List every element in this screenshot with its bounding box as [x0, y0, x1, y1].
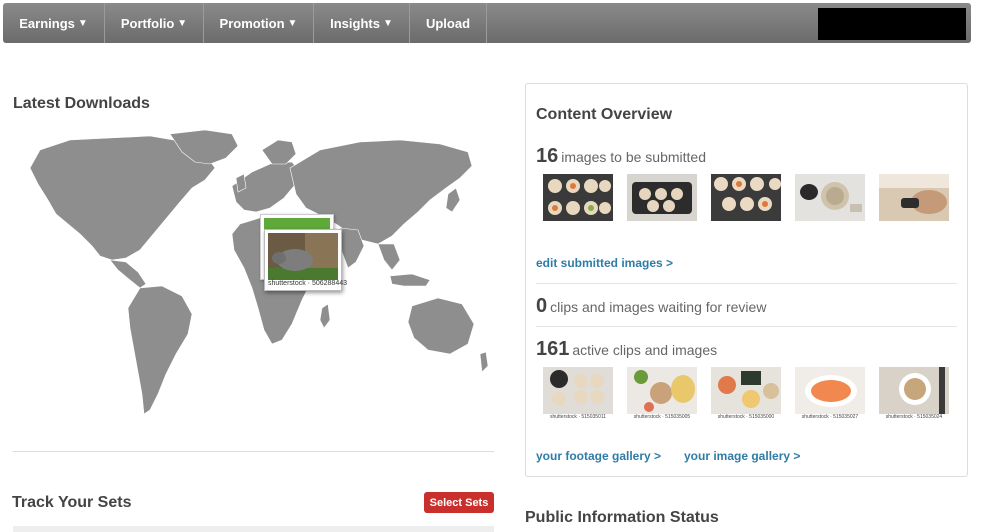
submitted-thumb[interactable] — [879, 174, 949, 221]
nav-insights[interactable]: Insights ▼ — [314, 3, 410, 43]
chevron-down-icon: ▼ — [77, 17, 88, 29]
submitted-thumb[interactable] — [795, 174, 865, 221]
active-thumb[interactable] — [711, 367, 781, 414]
nav-earnings[interactable]: Earnings ▼ — [3, 3, 105, 43]
sushi-thumb-image — [879, 174, 949, 221]
submitted-thumb[interactable] — [543, 174, 613, 221]
sushi-thumb-image — [879, 367, 949, 414]
chevron-down-icon: ▼ — [382, 17, 393, 29]
sushi-thumb-image — [627, 367, 697, 414]
active-count: 161 — [536, 338, 570, 360]
waiting-count: 0 — [536, 295, 548, 317]
active-text: active clips and images — [572, 342, 718, 358]
public-info-status-title: Public Information Status — [525, 509, 719, 526]
waiting-text: clips and images waiting for review — [550, 299, 767, 315]
sushi-thumb-image — [711, 367, 781, 414]
nav-promotion[interactable]: Promotion ▼ — [204, 3, 314, 43]
active-thumb-caption: shutterstock · 515035024 — [885, 414, 943, 420]
nav-promotion-label: Promotion — [219, 15, 285, 31]
latest-downloads-title: Latest Downloads — [13, 95, 150, 112]
active-thumb-caption: shutterstock · 515035005 — [633, 414, 691, 420]
active-thumb-caption: shutterstock · 515035000 — [717, 414, 775, 420]
nav-insights-label: Insights — [330, 15, 380, 31]
waiting-review-stat: 0 clips and images waiting for review — [536, 295, 766, 318]
to-submit-count: 16 — [536, 145, 559, 167]
overview-divider — [536, 283, 957, 284]
footage-gallery-link[interactable]: your footage gallery > — [536, 449, 661, 463]
overview-divider — [536, 326, 957, 327]
select-sets-button[interactable]: Select Sets — [424, 492, 494, 513]
edit-submitted-images-link[interactable]: edit submitted images > — [536, 256, 673, 270]
top-navbar: Earnings ▼ Portfolio ▼ Promotion ▼ Insig… — [3, 3, 971, 43]
active-thumb[interactable] — [543, 367, 613, 414]
active-thumb-caption: shutterstock · 515035011 — [549, 414, 607, 420]
track-sets-title: Track Your Sets — [12, 494, 132, 511]
nav-portfolio-label: Portfolio — [120, 15, 175, 31]
sushi-thumb-image — [543, 367, 613, 414]
nav-upload[interactable]: Upload — [410, 3, 487, 43]
account-area-redacted[interactable] — [818, 8, 966, 40]
content-overview-title: Content Overview — [536, 106, 673, 123]
to-submit-stat: 16 images to be submitted — [536, 145, 706, 168]
world-map[interactable] — [0, 128, 495, 428]
nav-portfolio[interactable]: Portfolio ▼ — [105, 3, 204, 43]
active-thumb[interactable] — [795, 367, 865, 414]
chevron-down-icon: ▼ — [177, 17, 188, 29]
chevron-down-icon: ▼ — [287, 17, 298, 29]
sushi-thumb-image — [795, 367, 865, 414]
sushi-thumb-image — [795, 174, 865, 221]
track-sets-table-header — [13, 526, 494, 532]
nav-upload-label: Upload — [425, 15, 471, 31]
left-divider — [13, 451, 494, 452]
submitted-thumb[interactable] — [627, 174, 697, 221]
active-stat: 161 active clips and images — [536, 338, 717, 361]
sushi-thumb-image — [543, 174, 613, 221]
nav-earnings-label: Earnings — [19, 15, 75, 31]
rhino-thumb-image — [268, 233, 338, 280]
active-thumb[interactable] — [879, 367, 949, 414]
image-gallery-link[interactable]: your image gallery > — [684, 449, 800, 463]
world-map-svg — [29, 129, 489, 415]
active-thumb[interactable] — [627, 367, 697, 414]
submitted-thumb[interactable] — [711, 174, 781, 221]
to-submit-text: images to be submitted — [561, 149, 706, 165]
sushi-thumb-image — [627, 174, 697, 221]
active-thumb-caption: shutterstock · 515035027 — [801, 414, 859, 420]
download-popup-caption: shutterstock · 506288443 — [268, 280, 347, 287]
sushi-thumb-image — [711, 174, 781, 221]
